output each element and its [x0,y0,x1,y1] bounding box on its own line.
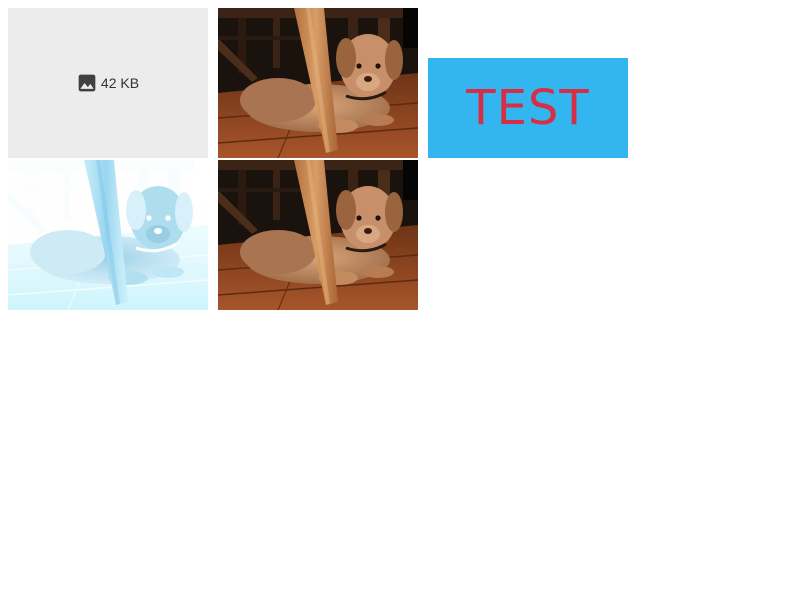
test-banner[interactable]: TEST [428,58,628,158]
puppy-photo[interactable] [218,8,418,158]
file-size-label: 42 KB [100,75,140,91]
image-icon [78,74,96,92]
puppy-photo-inverted[interactable] [8,160,208,310]
image-placeholder[interactable]: 42 KB [8,8,208,158]
puppy-image-inverted [8,160,208,310]
puppy-photo-copy[interactable] [218,160,418,310]
placeholder-content: 42 KB [77,73,139,93]
image-grid: 42 KB TEST [0,0,800,600]
puppy-image-copy [218,160,418,310]
puppy-image [218,8,418,158]
test-banner-label: TEST [466,80,590,136]
